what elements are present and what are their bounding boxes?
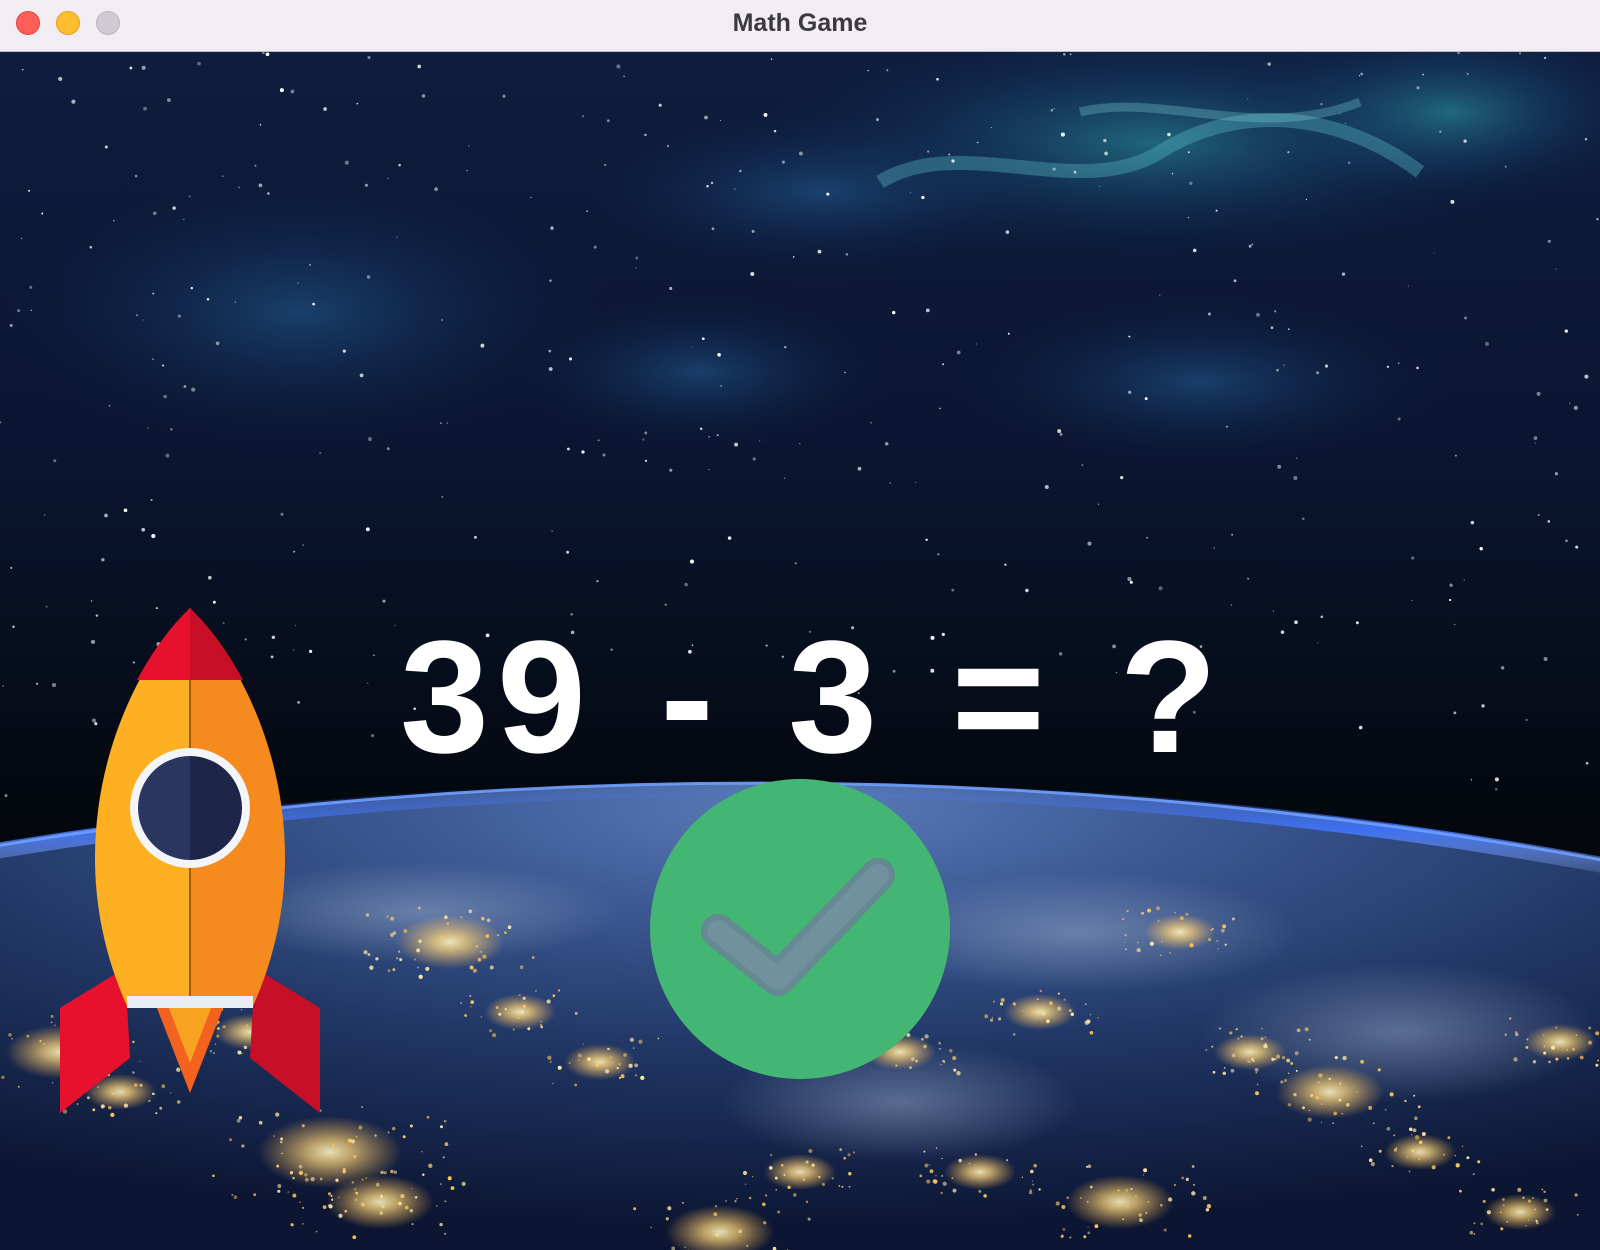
title-bar: Math Game <box>0 0 1600 52</box>
math-question: 39 - 3 = ? <box>400 607 1226 786</box>
app-window: Math Game 39 - 3 = ? <box>0 0 1600 1250</box>
rocket-icon <box>60 608 320 1113</box>
checkmark-icon[interactable] <box>650 779 950 1079</box>
window-title: Math Game <box>732 9 868 37</box>
game-scene: 39 - 3 = ? <box>0 52 1600 1250</box>
